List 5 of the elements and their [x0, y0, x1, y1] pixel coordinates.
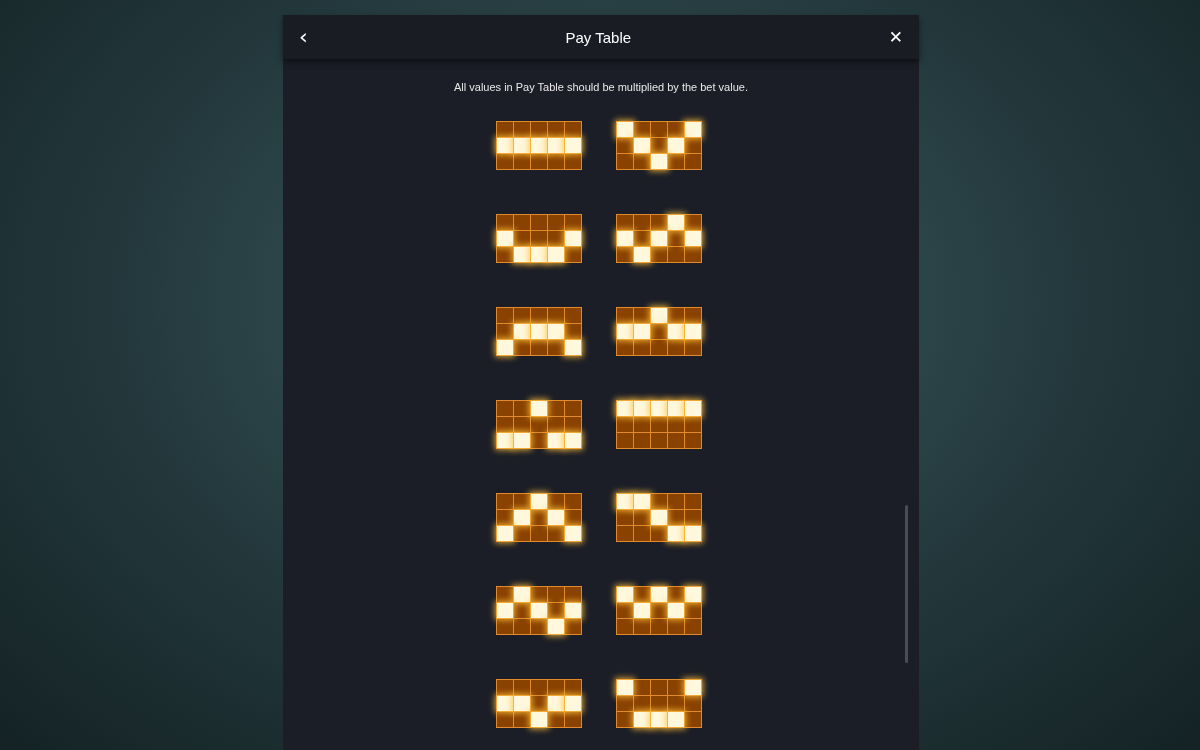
- back-button[interactable]: ‹: [295, 26, 312, 48]
- dialog-title: Pay Table: [565, 28, 632, 46]
- scrollbar[interactable]: [905, 505, 908, 663]
- pay-table-note: All values in Pay Table should be multiplied by the bet value.: [453, 81, 749, 93]
- close-button[interactable]: ✕: [884, 28, 907, 46]
